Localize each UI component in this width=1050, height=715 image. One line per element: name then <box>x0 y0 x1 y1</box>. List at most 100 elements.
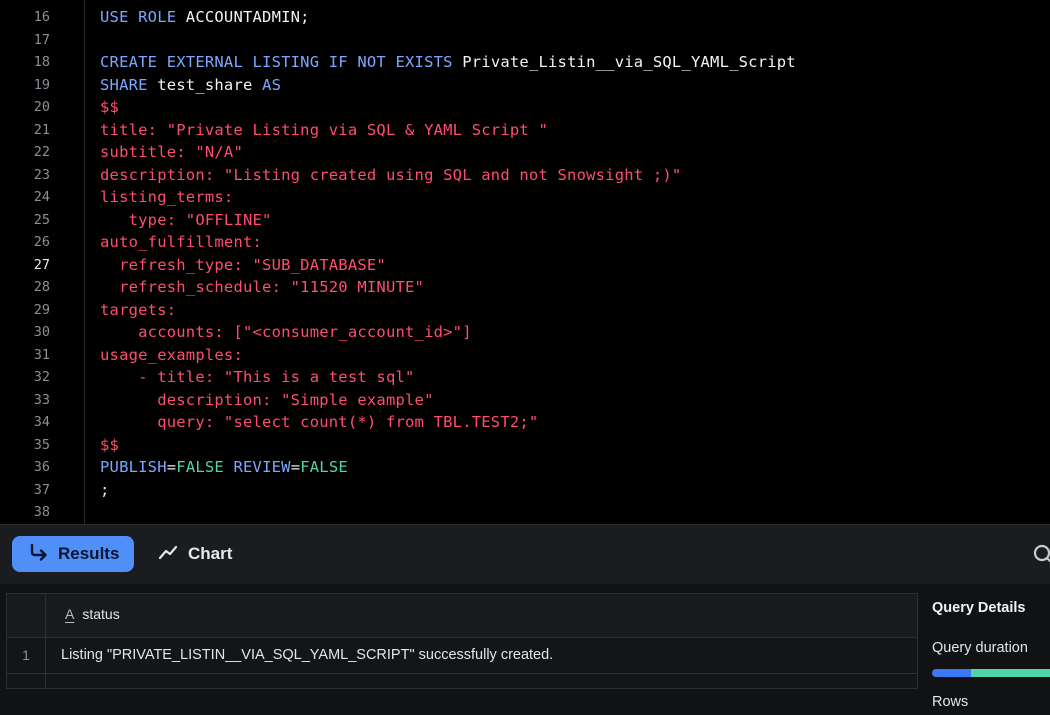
line-number: 38 <box>33 504 50 520</box>
code-text[interactable]: targets: <box>100 299 176 321</box>
code-token: $$ <box>100 98 120 116</box>
code-line[interactable]: 28 refresh_schedule: "11520 MINUTE" <box>0 276 1050 298</box>
code-text[interactable]: description: "Simple example" <box>100 389 434 411</box>
code-text[interactable]: - title: "This is a test sql" <box>100 366 415 388</box>
code-token: ; <box>100 480 110 499</box>
line-number: 35 <box>33 436 50 453</box>
line-number: 30 <box>33 324 50 340</box>
code-token: test_share <box>157 75 263 94</box>
code-line[interactable]: 20 $$ <box>0 96 1050 118</box>
code-token: usage_examples: <box>100 345 243 364</box>
code-token: auto_fulfillment: <box>100 233 263 251</box>
code-text[interactable]: listing_terms: <box>100 186 233 208</box>
code-line[interactable]: 19 SHARE test_share AS <box>0 74 1050 96</box>
code-line[interactable]: 36 PUBLISH=FALSE REVIEW=FALSE <box>0 456 1050 478</box>
text-type-icon: A <box>65 606 75 622</box>
code-text[interactable]: USE ROLE ACCOUNTADMIN; <box>100 6 310 28</box>
code-text[interactable]: auto_fulfillment: <box>100 231 262 253</box>
code-line[interactable]: 24 listing_terms: <box>0 186 1050 208</box>
tab-chart[interactable]: Chart <box>158 536 232 572</box>
line-number: 19 <box>33 76 50 93</box>
code-token: title: "Private Listing via SQL & YAML S… <box>100 120 548 139</box>
code-line[interactable]: 34 query: "select count(*) from TBL.TEST… <box>0 411 1050 433</box>
code-token: targets: <box>100 300 177 319</box>
results-toolbar: Results Chart <box>0 524 1050 584</box>
tab-chart-label: Chart <box>188 544 233 563</box>
column-header-status[interactable]: A status <box>65 606 120 622</box>
code-token: USE ROLE <box>100 8 186 26</box>
code-text[interactable]: subtitle: "N/A" <box>100 141 243 163</box>
code-token: FALSE <box>176 458 234 476</box>
code-token: = <box>290 458 301 476</box>
code-text[interactable]: refresh_type: "SUB_DATABASE" <box>100 254 386 276</box>
code-token: FALSE <box>300 458 348 476</box>
code-line[interactable]: 31 usage_examples: <box>0 344 1050 366</box>
line-number: 31 <box>33 346 50 363</box>
code-text[interactable]: accounts: ["<consumer_account_id>"] <box>100 321 472 343</box>
code-token: query: "select count(*) from TBL.TEST2;" <box>100 413 539 431</box>
code-line[interactable]: 27 refresh_type: "SUB_DATABASE" <box>0 254 1050 276</box>
code-text[interactable]: SHARE test_share AS <box>100 74 281 96</box>
duration-segment-execute <box>971 669 1050 677</box>
line-number: 16 <box>33 9 50 25</box>
code-text[interactable]: query: "select count(*) from TBL.TEST2;" <box>100 411 538 433</box>
code-token: - title: "This is a test sql" <box>100 368 415 386</box>
column-name: status <box>82 606 120 622</box>
code-line[interactable]: 38 <box>0 501 1050 523</box>
code-text[interactable]: description: "Listing created using SQL … <box>100 164 681 186</box>
line-number: 27 <box>33 256 50 273</box>
code-token: subtitle: "N/A" <box>100 143 243 161</box>
code-text[interactable]: refresh_schedule: "11520 MINUTE" <box>100 276 424 298</box>
code-line[interactable]: 25 type: "OFFLINE" <box>0 209 1050 231</box>
line-number: 24 <box>33 189 50 205</box>
code-text[interactable]: PUBLISH=FALSE REVIEW=FALSE <box>100 456 348 478</box>
code-line[interactable]: 29 targets: <box>0 299 1050 321</box>
line-chart-icon <box>158 544 178 564</box>
code-token: CREATE EXTERNAL LISTING IF NOT EXISTS <box>100 53 463 71</box>
code-text[interactable]: type: "OFFLINE" <box>100 209 272 231</box>
line-number: 33 <box>33 391 50 408</box>
line-number: 34 <box>33 414 50 430</box>
tab-results[interactable]: Results <box>12 536 134 572</box>
line-number: 29 <box>33 301 50 318</box>
search-button[interactable] <box>1032 543 1050 567</box>
code-token: SHARE <box>100 75 158 94</box>
code-line[interactable]: 22 subtitle: "N/A" <box>0 141 1050 163</box>
code-token: refresh_type: "SUB_DATABASE" <box>100 255 386 274</box>
code-token: Private_Listin__via_SQL_YAML_Script <box>462 53 796 71</box>
code-line[interactable]: 23 description: "Listing created using SQ… <box>0 164 1050 186</box>
code-text[interactable]: CREATE EXTERNAL LISTING IF NOT EXISTS Pr… <box>100 51 796 73</box>
code-line[interactable]: 26 auto_fulfillment: <box>0 231 1050 253</box>
code-text[interactable]: ; <box>100 479 110 501</box>
code-token: $$ <box>100 435 120 454</box>
code-line[interactable]: 37; <box>0 479 1050 501</box>
code-token: type: "OFFLINE" <box>100 210 272 229</box>
code-token: refresh_schedule: "11520 MINUTE" <box>100 278 425 296</box>
code-line[interactable]: 18 CREATE EXTERNAL LISTING IF NOT EXISTS … <box>0 51 1050 73</box>
code-text[interactable]: $$ <box>100 434 119 456</box>
sql-editor[interactable]: 16 USE ROLE ACCOUNTADMIN; 17 18 CREATE EXTER… <box>0 0 1050 524</box>
query-duration-label: Query duration <box>932 640 1028 656</box>
code-line[interactable]: 35 $$ <box>0 434 1050 456</box>
line-number: 26 <box>33 234 50 250</box>
code-line[interactable]: 32 - title: "This is a test sql" <box>0 366 1050 388</box>
code-line[interactable]: 30 accounts: ["<consumer_account_id>"] <box>0 321 1050 343</box>
table-row[interactable]: 1 Listing "PRIVATE_LISTIN__VIA_SQL_YAML_… <box>7 638 917 674</box>
code-line[interactable]: 16 USE ROLE ACCOUNTADMIN; <box>0 6 1050 28</box>
code-line[interactable]: 21 title: "Private Listing via SQL & YAML… <box>0 119 1050 141</box>
code-text[interactable]: title: "Private Listing via SQL & YAML S… <box>100 119 548 141</box>
code-line[interactable]: 33 description: "Simple example" <box>0 389 1050 411</box>
code-text[interactable]: $$ <box>100 96 119 118</box>
code-line[interactable]: 17 <box>0 29 1050 51</box>
query-details-title: Query Details <box>932 600 1026 616</box>
code-token: REVIEW <box>233 458 291 476</box>
return-arrow-icon <box>28 543 48 565</box>
code-text[interactable]: usage_examples: <box>100 344 243 366</box>
search-icon <box>1032 544 1050 567</box>
code-token: ACCOUNTADMIN; <box>185 8 310 26</box>
line-number: 32 <box>33 369 50 385</box>
status-cell[interactable]: Listing "PRIVATE_LISTIN__VIA_SQL_YAML_SC… <box>61 647 553 663</box>
query-duration-bar <box>932 669 1050 677</box>
results-grid: A status 1 Listing "PRIVATE_LISTIN__VIA_… <box>6 593 918 689</box>
code-token: = <box>166 458 177 476</box>
